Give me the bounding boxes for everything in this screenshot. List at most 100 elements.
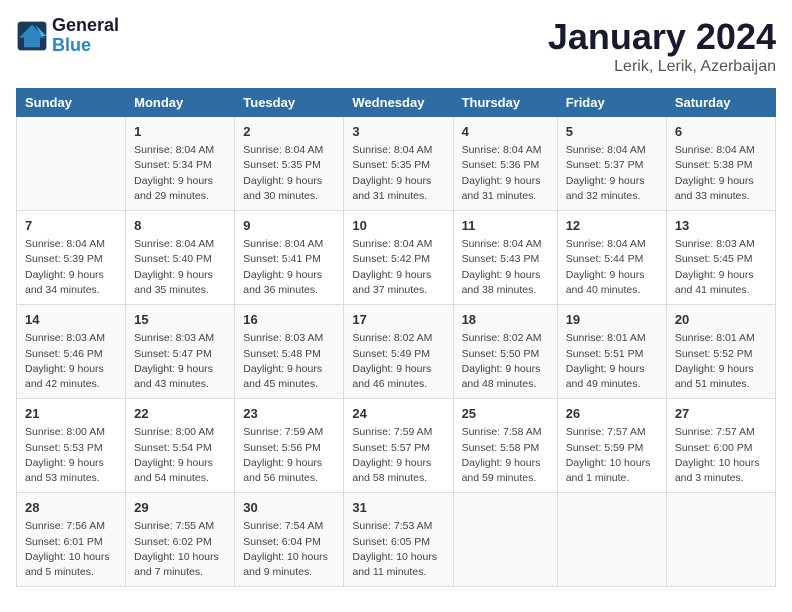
calendar-cell: 18Sunrise: 8:02 AM Sunset: 5:50 PM Dayli… [453, 305, 557, 399]
date-number: 10 [352, 217, 444, 235]
cell-details: Sunrise: 7:53 AM Sunset: 6:05 PM Dayligh… [352, 519, 444, 580]
cell-details: Sunrise: 7:58 AM Sunset: 5:58 PM Dayligh… [462, 425, 549, 486]
cell-details: Sunrise: 7:55 AM Sunset: 6:02 PM Dayligh… [134, 519, 226, 580]
calendar-cell: 15 Sunrise: 8:03 AM Sunset: 5:47 PM Dayli… [126, 305, 235, 399]
calendar-cell [17, 117, 126, 211]
cell-details: Sunrise: 7:59 AM Sunset: 5:56 PM Dayligh… [243, 425, 335, 486]
calendar-week-4: 21 Sunrise: 8:00 AM Sunset: 5:53 PM Dayli… [17, 399, 776, 493]
calendar-cell: 21 Sunrise: 8:00 AM Sunset: 5:53 PM Dayli… [17, 399, 126, 493]
date-number: 3 [352, 123, 444, 141]
title-area: January 2024 Lerik, Lerik, Azerbaijan [548, 16, 776, 76]
cell-details: Sunrise: 8:01 AM Sunset: 5:52 PM Dayligh… [675, 331, 767, 392]
calendar-cell: 27 Sunrise: 7:57 AM Sunset: 6:00 PM Dayli… [666, 399, 775, 493]
cell-details: Sunrise: 8:04 AM Sunset: 5:43 PM Dayligh… [462, 237, 549, 298]
calendar-week-5: 28 Sunrise: 7:56 AM Sunset: 6:01 PM Dayli… [17, 493, 776, 587]
date-number: 19 [566, 311, 658, 329]
cell-details: Sunrise: 8:04 AM Sunset: 5:39 PM Dayligh… [25, 237, 117, 298]
date-number: 30 [243, 499, 335, 517]
calendar-cell: 23 Sunrise: 7:59 AM Sunset: 5:56 PM Dayli… [235, 399, 344, 493]
logo-icon [16, 20, 48, 52]
calendar-cell [453, 493, 557, 587]
cell-details: Sunrise: 8:04 AM Sunset: 5:44 PM Dayligh… [566, 237, 658, 298]
cell-details: Sunrise: 8:04 AM Sunset: 5:38 PM Dayligh… [675, 143, 767, 204]
cell-details: Sunrise: 7:57 AM Sunset: 5:59 PM Dayligh… [566, 425, 658, 486]
date-number: 16 [243, 311, 335, 329]
calendar-cell: 13 Sunrise: 8:03 AM Sunset: 5:45 PM Dayli… [666, 211, 775, 305]
cell-details: Sunrise: 7:54 AM Sunset: 6:04 PM Dayligh… [243, 519, 335, 580]
cell-details: Sunrise: 8:01 AM Sunset: 5:51 PM Dayligh… [566, 331, 658, 392]
date-number: 13 [675, 217, 767, 235]
date-number: 21 [25, 405, 117, 423]
header-sunday: Sunday [17, 89, 126, 117]
calendar-cell: 26Sunrise: 7:57 AM Sunset: 5:59 PM Dayli… [557, 399, 666, 493]
date-number: 15 [134, 311, 226, 329]
cell-details: Sunrise: 8:03 AM Sunset: 5:45 PM Dayligh… [675, 237, 767, 298]
logo-line1: General [52, 16, 119, 36]
calendar-week-3: 14 Sunrise: 8:03 AM Sunset: 5:46 PM Dayli… [17, 305, 776, 399]
location-title: Lerik, Lerik, Azerbaijan [548, 58, 776, 76]
header-wednesday: Wednesday [344, 89, 453, 117]
cell-details: Sunrise: 8:04 AM Sunset: 5:37 PM Dayligh… [566, 143, 658, 204]
calendar-cell: 6Sunrise: 8:04 AM Sunset: 5:38 PM Daylig… [666, 117, 775, 211]
date-number: 23 [243, 405, 335, 423]
calendar-cell: 28 Sunrise: 7:56 AM Sunset: 6:01 PM Dayli… [17, 493, 126, 587]
cell-details: Sunrise: 7:59 AM Sunset: 5:57 PM Dayligh… [352, 425, 444, 486]
calendar-cell: 2Sunrise: 8:04 AM Sunset: 5:35 PM Daylig… [235, 117, 344, 211]
cell-details: Sunrise: 8:03 AM Sunset: 5:46 PM Dayligh… [25, 331, 117, 392]
cell-details: Sunrise: 8:03 AM Sunset: 5:48 PM Dayligh… [243, 331, 335, 392]
calendar-cell: 16 Sunrise: 8:03 AM Sunset: 5:48 PM Dayli… [235, 305, 344, 399]
month-title: January 2024 [548, 16, 776, 58]
calendar-cell: 1 Sunrise: 8:04 AM Sunset: 5:34 PM Daylig… [126, 117, 235, 211]
date-number: 4 [462, 123, 549, 141]
cell-details: Sunrise: 8:00 AM Sunset: 5:53 PM Dayligh… [25, 425, 117, 486]
cell-details: Sunrise: 8:00 AM Sunset: 5:54 PM Dayligh… [134, 425, 226, 486]
cell-details: Sunrise: 8:02 AM Sunset: 5:49 PM Dayligh… [352, 331, 444, 392]
cell-details: Sunrise: 8:03 AM Sunset: 5:47 PM Dayligh… [134, 331, 226, 392]
cell-details: Sunrise: 8:02 AM Sunset: 5:50 PM Dayligh… [462, 331, 549, 392]
cell-details: Sunrise: 7:57 AM Sunset: 6:00 PM Dayligh… [675, 425, 767, 486]
page-header: General Blue January 2024 Lerik, Lerik, … [16, 16, 776, 76]
calendar-week-2: 7 Sunrise: 8:04 AM Sunset: 5:39 PM Daylig… [17, 211, 776, 305]
logo-text: General Blue [52, 16, 119, 56]
cell-details: Sunrise: 8:04 AM Sunset: 5:40 PM Dayligh… [134, 237, 226, 298]
date-number: 12 [566, 217, 658, 235]
cell-details: Sunrise: 8:04 AM Sunset: 5:42 PM Dayligh… [352, 237, 444, 298]
calendar-cell: 19 Sunrise: 8:01 AM Sunset: 5:51 PM Dayli… [557, 305, 666, 399]
date-number: 11 [462, 217, 549, 235]
cell-details: Sunrise: 8:04 AM Sunset: 5:41 PM Dayligh… [243, 237, 335, 298]
date-number: 20 [675, 311, 767, 329]
date-number: 14 [25, 311, 117, 329]
header-friday: Friday [557, 89, 666, 117]
header-saturday: Saturday [666, 89, 775, 117]
date-number: 31 [352, 499, 444, 517]
date-number: 17 [352, 311, 444, 329]
date-number: 5 [566, 123, 658, 141]
calendar-cell: 3 Sunrise: 8:04 AM Sunset: 5:35 PM Daylig… [344, 117, 453, 211]
calendar-cell: 11 Sunrise: 8:04 AM Sunset: 5:43 PM Dayli… [453, 211, 557, 305]
calendar-cell: 8Sunrise: 8:04 AM Sunset: 5:40 PM Daylig… [126, 211, 235, 305]
logo: General Blue [16, 16, 119, 56]
cell-details: Sunrise: 8:04 AM Sunset: 5:36 PM Dayligh… [462, 143, 549, 204]
calendar-header-row: SundayMondayTuesdayWednesdayThursdayFrid… [17, 89, 776, 117]
calendar-week-1: 1 Sunrise: 8:04 AM Sunset: 5:34 PM Daylig… [17, 117, 776, 211]
calendar-cell: 9 Sunrise: 8:04 AM Sunset: 5:41 PM Daylig… [235, 211, 344, 305]
date-number: 28 [25, 499, 117, 517]
date-number: 27 [675, 405, 767, 423]
date-number: 24 [352, 405, 444, 423]
calendar-cell: 17 Sunrise: 8:02 AM Sunset: 5:49 PM Dayli… [344, 305, 453, 399]
cell-details: Sunrise: 8:04 AM Sunset: 5:34 PM Dayligh… [134, 143, 226, 204]
date-number: 9 [243, 217, 335, 235]
calendar-cell [666, 493, 775, 587]
header-tuesday: Tuesday [235, 89, 344, 117]
logo-line2: Blue [52, 36, 119, 56]
calendar-cell: 4 Sunrise: 8:04 AM Sunset: 5:36 PM Daylig… [453, 117, 557, 211]
date-number: 7 [25, 217, 117, 235]
date-number: 2 [243, 123, 335, 141]
calendar-cell: 14 Sunrise: 8:03 AM Sunset: 5:46 PM Dayli… [17, 305, 126, 399]
date-number: 1 [134, 123, 226, 141]
calendar-cell: 31 Sunrise: 7:53 AM Sunset: 6:05 PM Dayli… [344, 493, 453, 587]
header-monday: Monday [126, 89, 235, 117]
cell-details: Sunrise: 7:56 AM Sunset: 6:01 PM Dayligh… [25, 519, 117, 580]
header-thursday: Thursday [453, 89, 557, 117]
cell-details: Sunrise: 8:04 AM Sunset: 5:35 PM Dayligh… [352, 143, 444, 204]
